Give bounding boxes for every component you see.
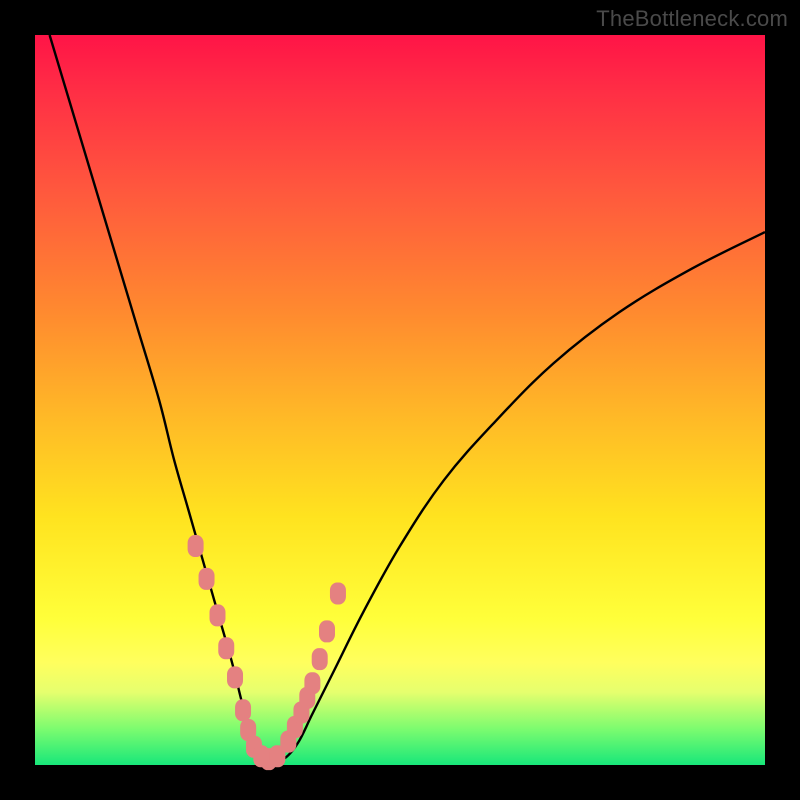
marker-point <box>312 648 328 670</box>
marker-point <box>330 582 346 604</box>
marker-group <box>188 535 346 770</box>
marker-point <box>319 620 335 642</box>
plot-area <box>35 35 765 765</box>
marker-point <box>218 637 234 659</box>
marker-point <box>210 604 226 626</box>
marker-point <box>304 672 320 694</box>
marker-point <box>199 568 215 590</box>
watermark-text: TheBottleneck.com <box>596 6 788 32</box>
curve-svg <box>35 35 765 765</box>
chart-frame: TheBottleneck.com <box>0 0 800 800</box>
bottleneck-curve <box>50 35 765 761</box>
marker-point <box>235 699 251 721</box>
marker-point <box>227 666 243 688</box>
marker-point <box>188 535 204 557</box>
